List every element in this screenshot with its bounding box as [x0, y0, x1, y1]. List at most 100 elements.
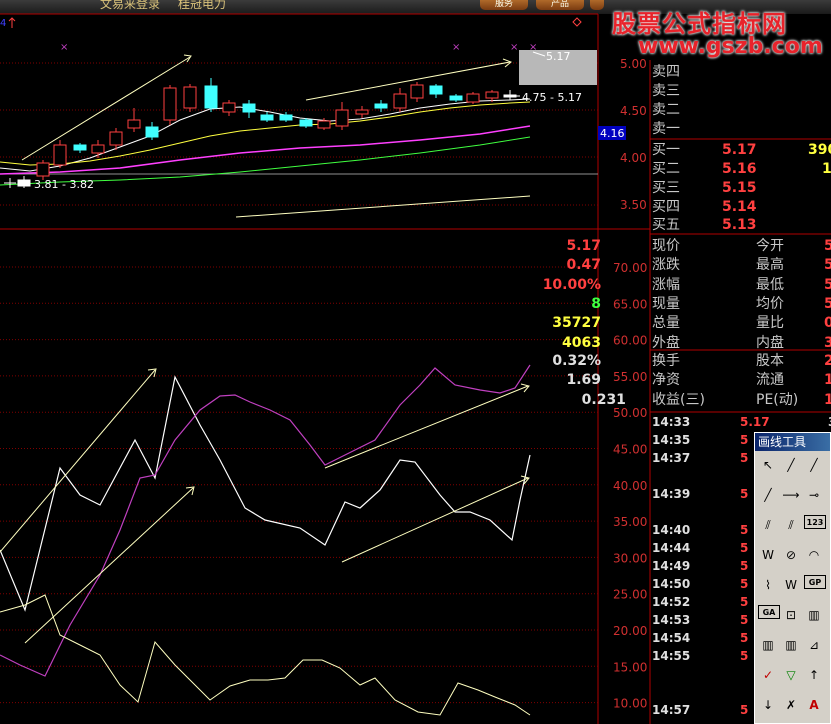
pattern-icon[interactable]: ⌇	[758, 575, 778, 595]
annotation-range: 4.75 - 5.17	[522, 91, 582, 104]
candle-body	[466, 93, 480, 103]
cross-icon[interactable]: ↑	[804, 665, 824, 685]
stock-terminal: 文易来登录 桂冠电力 服务 产品 5.00 4.50 4.00 3.50 4.1…	[0, 0, 831, 724]
indicator-tick-label: 15.00	[613, 660, 647, 674]
quote-label-2: 股本	[756, 353, 784, 369]
tick-row[interactable]: 14:40 5	[652, 521, 748, 539]
period-marker: 4	[0, 18, 6, 29]
tick-price: 5	[740, 559, 749, 573]
segment-icon[interactable]: ╱	[758, 485, 778, 505]
candle-body	[73, 144, 87, 151]
tick-row[interactable]: 14:37 5	[652, 449, 748, 467]
arrow-line-icon[interactable]: ⟶	[781, 485, 801, 505]
quote-row: 涨幅 10.00% 最低 5	[543, 276, 831, 295]
tick-row[interactable]: 14:53 5	[652, 611, 748, 629]
hline-icon[interactable]: ⊸	[804, 485, 824, 505]
tick-time: 14:52	[652, 595, 691, 609]
up-arrow-icon[interactable]: ✓	[758, 665, 778, 685]
channel-icon[interactable]: ⫽	[758, 515, 778, 535]
price-tick-label: 3.50	[620, 198, 647, 212]
line-icon[interactable]: ╱	[781, 455, 801, 475]
candle-body	[183, 86, 197, 109]
quote-label-2: 最低	[756, 276, 784, 293]
drawing-tools-window[interactable]: 画线工具 ↖ ╱ ╱ ╱ ⟶ ⊸ ⫽ ⫽ 123 W ⊘ ◠ ⌇ W GP GA ⊡ ▥ ▥ ▥ ⊿ ✓ ▽ ↑ ↓ ✗ A	[754, 432, 831, 724]
tick-price: 5	[740, 595, 749, 609]
tick-price: 5	[740, 523, 749, 537]
tick-row[interactable]: 14:57 5	[652, 701, 748, 719]
candlestick-series	[17, 78, 517, 188]
candle-body	[393, 93, 407, 109]
cycle-icon[interactable]: ▥	[758, 635, 778, 655]
stop-icon[interactable]: ✗	[781, 695, 801, 715]
candle-body	[317, 120, 331, 129]
tick-price: 5.17	[740, 415, 770, 429]
tick-row[interactable]: 14:335.173	[652, 413, 831, 431]
annotation-low: 3.81 - 3.82	[34, 178, 94, 191]
quote-value-2: 1	[824, 391, 831, 408]
candle-body	[410, 84, 424, 99]
candle-body	[485, 91, 499, 99]
fan-icon[interactable]: ▥	[781, 635, 801, 655]
candle-body	[299, 119, 313, 127]
signal-marker-icon: ×	[510, 42, 518, 53]
quote-value: 5.17	[566, 238, 601, 254]
quote-label: 收益(三)	[652, 391, 705, 408]
percent-icon[interactable]: GA	[758, 605, 780, 619]
quote-row: 现价 5.17 今开 5	[566, 237, 831, 256]
quote-value: 0.32%	[552, 353, 601, 369]
tick-price: 5	[740, 703, 749, 717]
indicator-tick-label: 55.00	[613, 370, 647, 384]
triangle-icon[interactable]: ⊿	[804, 635, 824, 655]
quote-label-2: 量比	[756, 315, 784, 332]
down-arrow-icon[interactable]: ▽	[781, 665, 801, 685]
tick-time: 14:35	[652, 433, 691, 447]
sell-row: 卖一	[652, 121, 680, 137]
tick-price: 5	[740, 649, 749, 663]
circle-icon[interactable]: ⊘	[781, 545, 801, 565]
cursor-icon[interactable]: ↖	[758, 455, 778, 475]
quote-value-2: 31	[824, 334, 831, 351]
parallel-icon[interactable]: ⫽	[781, 515, 801, 535]
tick-row[interactable]: 14:44 5	[652, 539, 748, 557]
tick-price: 5	[740, 631, 749, 645]
tick-row[interactable]: 14:39 5	[652, 485, 748, 503]
quote-value-2: 5	[824, 276, 831, 293]
delete-icon[interactable]: A	[804, 695, 824, 715]
tick-row[interactable]: 14:49 5	[652, 557, 748, 575]
text-icon[interactable]: ↓	[758, 695, 778, 715]
signal-marker-icon: ×	[60, 42, 68, 53]
fib-icon[interactable]: 123	[804, 515, 826, 529]
candle-body	[17, 179, 31, 187]
tick-row[interactable]: 14:54 5	[652, 629, 748, 647]
ray-icon[interactable]: ╱	[804, 455, 824, 475]
chart-canvas[interactable]: 5.00 4.50 4.00 3.50 4.16 70.0065.0060.00…	[0, 0, 831, 724]
signal-marker-icon: ×	[452, 42, 460, 53]
tick-row[interactable]: 14:52 5	[652, 593, 748, 611]
tick-row[interactable]: 14:35 5	[652, 431, 748, 449]
quote-value-2: 0	[824, 315, 831, 332]
quote-label: 外盘	[652, 334, 680, 351]
tick-row[interactable]: 14:50 5	[652, 575, 748, 593]
quote-value-2: 5	[824, 295, 831, 312]
quote-value-2: 11.	[824, 372, 831, 389]
tick-row[interactable]: 14:55 5	[652, 647, 748, 665]
quote-row: 总量 35727 量比 0	[552, 314, 831, 333]
quote-label-2: 内盘	[756, 334, 784, 351]
indicator-tick-label: 35.00	[613, 515, 647, 529]
zigzag-icon[interactable]: W	[781, 575, 801, 595]
candle-body	[374, 103, 388, 109]
vbars-icon[interactable]: ▥	[804, 605, 824, 625]
candle-body	[53, 144, 67, 166]
gann-icon[interactable]: GP	[804, 575, 826, 589]
quote-label: 现量	[652, 295, 680, 312]
tick-time: 14:54	[652, 631, 691, 645]
tick-time: 14:57	[652, 703, 691, 717]
quote-value: 0.231	[581, 391, 626, 408]
buy-row: 买二 5.16 1	[652, 161, 831, 177]
candle-body	[91, 144, 105, 154]
box-icon[interactable]: ⊡	[781, 605, 801, 625]
indicator-y-axis: 70.0065.0060.0055.0050.0045.0040.0035.00…	[613, 261, 647, 711]
tick-time: 14:40	[652, 523, 691, 537]
arc-icon[interactable]: ◠	[804, 545, 824, 565]
wave-icon[interactable]: W	[758, 545, 778, 565]
